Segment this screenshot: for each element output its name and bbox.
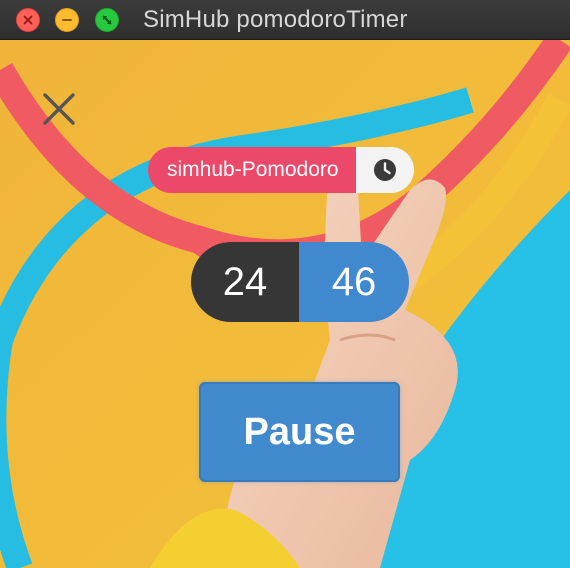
close-x-icon — [43, 93, 75, 125]
timer-display: 24 46 — [191, 242, 409, 322]
clock-icon — [374, 159, 396, 181]
pause-button[interactable]: Pause — [199, 382, 400, 482]
window-minimize-button[interactable] — [55, 8, 79, 32]
title-bar[interactable]: SimHub pomodoroTimer — [0, 0, 570, 40]
minimize-icon — [62, 19, 72, 21]
window-title: SimHub pomodoroTimer — [143, 6, 408, 33]
window-close-button[interactable] — [16, 8, 40, 32]
timer-seconds: 46 — [299, 242, 409, 322]
fullscreen-icon — [102, 15, 112, 25]
window-maximize-button[interactable] — [95, 8, 119, 32]
close-icon — [23, 15, 33, 25]
app-window: SimHub pomodoroTimer simhub-Pomodoro 24 … — [0, 0, 570, 568]
project-selector[interactable]: simhub-Pomodoro — [148, 147, 414, 193]
history-button[interactable] — [356, 147, 414, 193]
project-name[interactable]: simhub-Pomodoro — [148, 147, 356, 193]
timer-view: simhub-Pomodoro 24 46 Pause — [0, 40, 570, 568]
timer-minutes: 24 — [191, 242, 299, 322]
close-timer-button[interactable] — [40, 90, 78, 128]
